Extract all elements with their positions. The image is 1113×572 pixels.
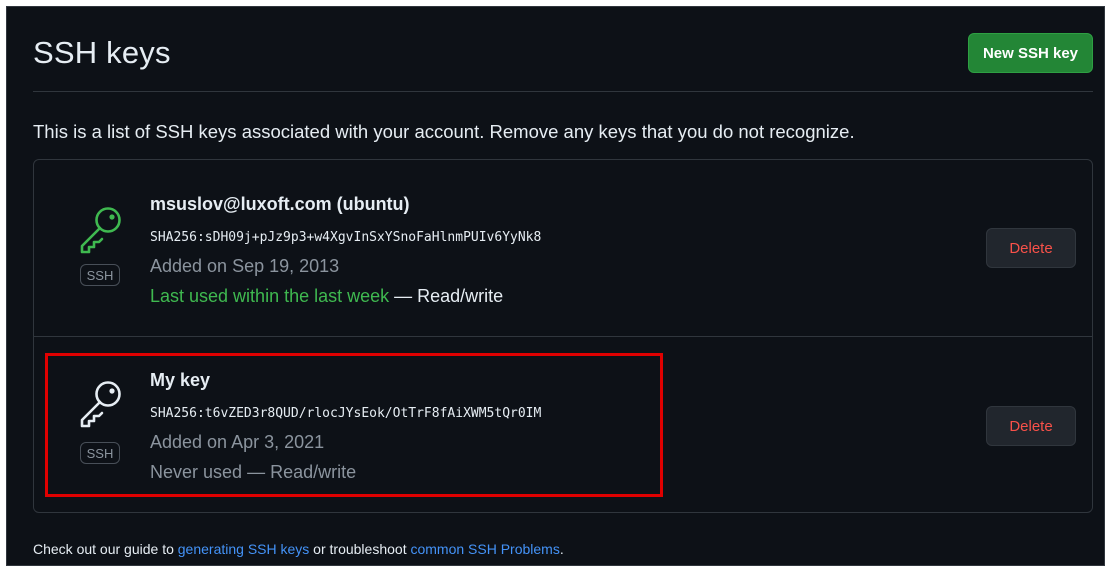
- footer-prefix: Check out our guide to: [33, 541, 178, 557]
- ssh-keys-panel: SSH keys New SSH key This is a list of S…: [6, 6, 1105, 566]
- key-icon: [80, 207, 121, 254]
- delete-key-button[interactable]: Delete: [986, 228, 1076, 268]
- key-fingerprint: SHA256:sDH09j+pJz9p3+w4XgvInSxYSnoFaHlnm…: [150, 230, 542, 245]
- footer-middle: or troubleshoot: [309, 541, 411, 557]
- key-added-date: Added on Sep 19, 2013: [150, 256, 340, 276]
- ssh-badge: SSH: [80, 264, 120, 286]
- page-title: SSH keys: [33, 35, 171, 70]
- delete-key-button[interactable]: Delete: [986, 406, 1076, 446]
- new-ssh-key-button[interactable]: New SSH key: [967, 33, 1093, 73]
- footer-suffix: .: [559, 541, 564, 557]
- key-last-used: Last used within the last week: [150, 286, 390, 306]
- footer-help-text: Check out our guide to generating SSH ke…: [33, 541, 564, 557]
- highlight-box: [45, 353, 663, 497]
- common-ssh-problems-link[interactable]: common SSH Problems: [410, 541, 559, 557]
- generating-ssh-keys-link[interactable]: generating SSH keys: [178, 541, 310, 557]
- key-title: msuslov@luxoft.com (ubuntu): [150, 194, 410, 214]
- key-access: — Read/write: [389, 286, 504, 306]
- ssh-key-item: SSH msuslov@luxoft.com (ubuntu) SHA256:s…: [34, 160, 1092, 337]
- intro-text: This is a list of SSH keys associated wi…: [33, 121, 855, 142]
- key-usage: Last used within the last week — Read/wr…: [150, 286, 503, 307]
- page-header: SSH keys New SSH key: [33, 7, 1093, 92]
